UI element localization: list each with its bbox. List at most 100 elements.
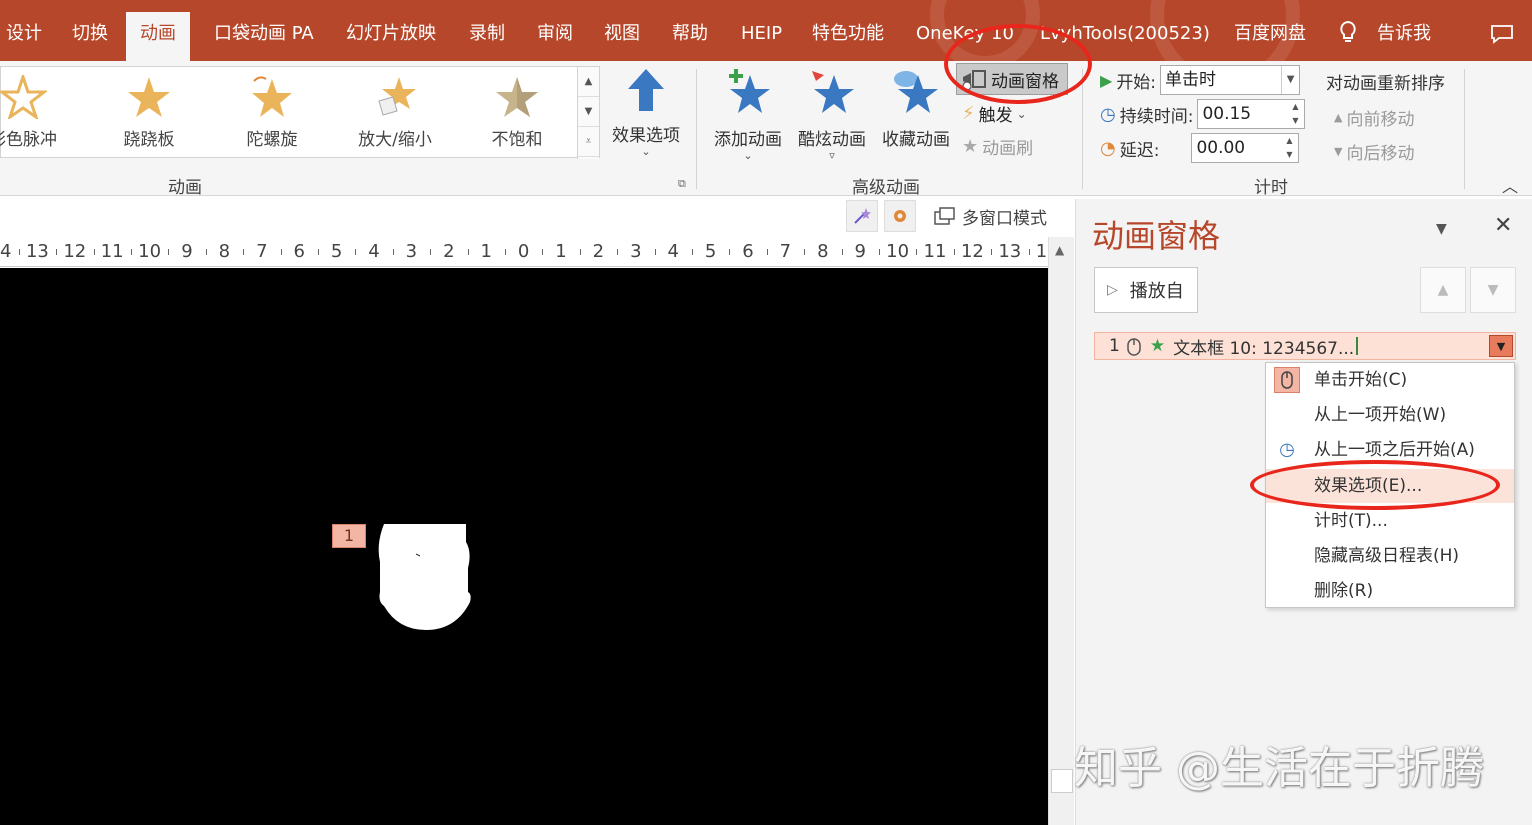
menu-item-effect-options[interactable]: 效果选项(E)... bbox=[1266, 469, 1514, 503]
gallery-scrollbar[interactable]: ▲ ▼ ⩡ bbox=[577, 67, 599, 159]
cloud-star-icon bbox=[894, 71, 938, 113]
ruler-minor-tick bbox=[392, 249, 394, 255]
add-animation-button[interactable]: 添加动画 ⌄ bbox=[710, 67, 786, 162]
effect-options-button[interactable]: 效果选项 ⌄ bbox=[606, 67, 686, 158]
favorite-animation-button[interactable]: 收藏动画 bbox=[878, 67, 954, 150]
ruler-tick-label: 6 bbox=[293, 241, 305, 262]
ruler-tick-label: 1 bbox=[555, 241, 567, 262]
play-from-button[interactable]: ▷ 播放自 bbox=[1094, 267, 1198, 313]
tab-lvyhtools[interactable]: LvyhTools(200523) bbox=[1040, 12, 1210, 61]
gear-icon[interactable] bbox=[884, 200, 916, 232]
gallery-item-desaturate[interactable]: 不饱和 bbox=[467, 75, 567, 155]
slide-text-shape[interactable] bbox=[376, 522, 474, 632]
collapse-ribbon-icon[interactable]: ︿ bbox=[1502, 173, 1518, 197]
ruler-minor-tick bbox=[467, 249, 469, 255]
ruler-minor-tick bbox=[205, 249, 207, 255]
animation-pane-label: 动画窗格 bbox=[991, 71, 1059, 92]
tab-help[interactable]: 帮助 bbox=[672, 12, 708, 61]
tab-record[interactable]: 录制 bbox=[469, 12, 505, 61]
menu-item-start-on-click[interactable]: 单击开始(C) bbox=[1266, 363, 1514, 397]
gallery-item-spin[interactable]: 陀螺旋 bbox=[222, 75, 322, 155]
ribbon-tab-bar: 设计 切换 动画 口袋动画 PA 幻灯片放映 录制 审阅 视图 帮助 HEIP … bbox=[0, 0, 1532, 61]
menu-item-with-previous[interactable]: 从上一项开始(W) bbox=[1266, 398, 1514, 432]
duration-spinner[interactable]: ▲ ▼ bbox=[1286, 100, 1304, 128]
tab-transitions[interactable]: 切换 bbox=[72, 12, 108, 61]
animation-painter-button[interactable]: ★ 动画刷 bbox=[962, 134, 1033, 159]
gallery-item-color-pulse[interactable]: 彩色脉冲 bbox=[0, 75, 73, 155]
ruler-tick-label: 13 bbox=[998, 241, 1022, 262]
gallery-scroll-up-icon[interactable]: ▲ bbox=[578, 67, 599, 97]
tab-review[interactable]: 审阅 bbox=[537, 12, 573, 61]
vertical-scrollbar[interactable]: ▲ bbox=[1048, 237, 1074, 825]
emphasis-star-icon: ★ bbox=[1149, 336, 1166, 356]
ruler-tick-label: 12 bbox=[63, 241, 87, 262]
tab-slideshow[interactable]: 幻灯片放映 bbox=[346, 12, 436, 61]
tab-design[interactable]: 设计 bbox=[6, 12, 42, 61]
animation-order-tag[interactable]: 1 bbox=[332, 524, 366, 548]
magic-wand-icon[interactable] bbox=[846, 200, 878, 232]
start-row: ▶ 开始: 单击时 ▼ bbox=[1100, 65, 1301, 95]
tab-heip[interactable]: HEIP bbox=[741, 12, 782, 61]
delay-value: 00.00 bbox=[1196, 138, 1246, 158]
animation-pane-button[interactable]: 动画窗格 bbox=[956, 63, 1068, 95]
start-select[interactable]: 单击时 ▼ bbox=[1160, 65, 1301, 95]
gallery-more-icon[interactable]: ⩡ bbox=[578, 127, 599, 157]
item-dropdown-icon[interactable]: ▼ bbox=[1489, 335, 1513, 357]
chevron-down-icon[interactable]: ▼ bbox=[1281, 66, 1299, 94]
tab-view[interactable]: 视图 bbox=[604, 12, 640, 61]
move-up-button[interactable]: ▲ bbox=[1420, 267, 1466, 313]
gallery-item-teeter[interactable]: 跷跷板 bbox=[99, 75, 199, 155]
delay-field[interactable]: 00.00 ▲ ▼ bbox=[1191, 133, 1300, 163]
ribbon-panel: 彩色脉冲 跷跷板 陀螺旋 放大/缩小 bbox=[0, 61, 1532, 198]
scroll-up-icon[interactable]: ▲ bbox=[1055, 243, 1064, 257]
ruler-tick-label: 8 bbox=[817, 241, 829, 262]
add-animation-label: 添加动画 bbox=[714, 130, 782, 150]
move-earlier-label: 向前移动 bbox=[1346, 110, 1415, 130]
ruler-minor-tick bbox=[729, 249, 731, 255]
ruler-minor-tick bbox=[953, 249, 955, 255]
ruler-tick-label: 11 bbox=[100, 241, 124, 262]
move-down-button[interactable]: ▼ bbox=[1470, 267, 1516, 313]
menu-item-hide-timeline[interactable]: 隐藏高级日程表(H) bbox=[1266, 539, 1514, 573]
duration-field[interactable]: 00.15 ▲ ▼ bbox=[1197, 99, 1306, 129]
ruler-tick-label: 2 bbox=[443, 241, 455, 262]
menu-item-after-previous[interactable]: ◷ 从上一项之后开始(A) bbox=[1266, 433, 1514, 467]
animation-gallery: 彩色脉冲 跷跷板 陀螺旋 放大/缩小 bbox=[0, 66, 600, 159]
group-divider bbox=[1082, 69, 1083, 189]
clock-icon: ◷ bbox=[1100, 103, 1116, 125]
tab-onekey[interactable]: OneKey 10 bbox=[916, 12, 1014, 61]
trigger-button[interactable]: ⚡ 触发 ⌄ bbox=[962, 101, 1027, 126]
favorite-animation-label: 收藏动画 bbox=[882, 130, 950, 150]
ruler-tick-label: 4 bbox=[667, 241, 679, 262]
gallery-scroll-down-icon[interactable]: ▼ bbox=[578, 97, 599, 127]
ruler-tick-label: 14 bbox=[0, 241, 12, 262]
tab-pocket-animation[interactable]: 口袋动画 PA bbox=[214, 12, 314, 61]
ruler-minor-tick bbox=[878, 249, 880, 255]
scrollbar-thumb[interactable] bbox=[1051, 769, 1073, 793]
move-earlier-button[interactable]: ▲ 向前移动 bbox=[1334, 105, 1414, 130]
delay-clock-icon: ◔ bbox=[1100, 137, 1116, 159]
comment-icon[interactable] bbox=[1490, 24, 1514, 44]
tab-animations[interactable]: 动画 bbox=[126, 12, 190, 61]
animation-list-item[interactable]: 1 ★ 文本框 10: 1234567... ▼ bbox=[1094, 332, 1516, 360]
pane-options-icon[interactable]: ▼ bbox=[1436, 221, 1447, 237]
dialog-launcher-icon[interactable]: ⧉ bbox=[678, 177, 686, 191]
menu-item-timing[interactable]: 计时(T)... bbox=[1266, 504, 1514, 538]
tab-baidu-netdisk[interactable]: 百度网盘 bbox=[1234, 12, 1306, 61]
move-later-button[interactable]: ▼ 向后移动 bbox=[1334, 139, 1414, 164]
duration-value: 00.15 bbox=[1202, 104, 1252, 124]
ruler-tick-label: 12 bbox=[960, 241, 984, 262]
tab-features[interactable]: 特色功能 bbox=[812, 12, 884, 61]
close-icon[interactable]: ✕ bbox=[1494, 213, 1512, 238]
menu-item-remove[interactable]: 删除(R) bbox=[1266, 574, 1514, 608]
play-icon: ▶ bbox=[1100, 70, 1113, 90]
delay-spinner[interactable]: ▲ ▼ bbox=[1280, 134, 1298, 162]
slide-canvas[interactable] bbox=[0, 268, 1048, 825]
ruler-minor-tick bbox=[130, 249, 132, 255]
tell-me-search[interactable]: 告诉我 bbox=[1377, 12, 1431, 61]
multi-window-mode-button[interactable]: 多窗口模式 bbox=[934, 204, 1047, 229]
color-pulse-star-icon bbox=[0, 75, 47, 119]
cool-animation-button[interactable]: 酷炫动画 ▿ bbox=[794, 67, 870, 162]
ruler-minor-tick bbox=[93, 249, 95, 255]
gallery-item-grow-shrink[interactable]: 放大/缩小 bbox=[345, 75, 445, 155]
